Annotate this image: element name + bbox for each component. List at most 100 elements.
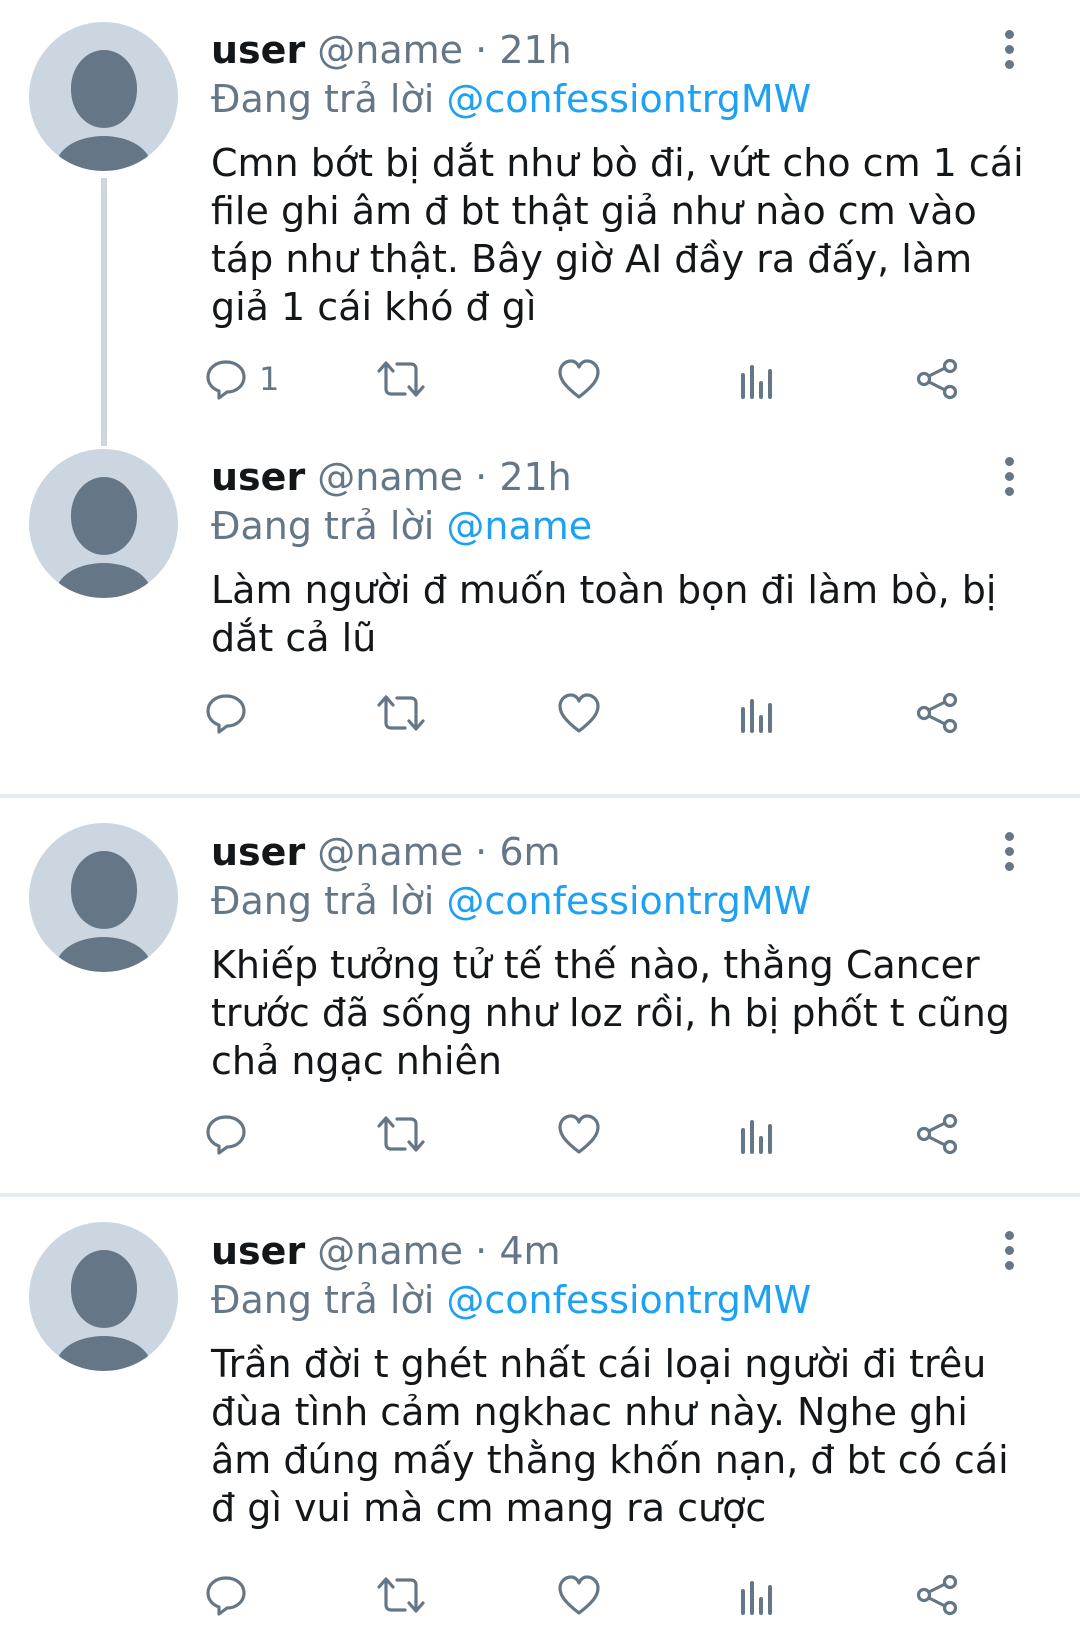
tweet-actions	[206, 688, 1031, 738]
tweet-header: user @name · 4m	[211, 1229, 561, 1273]
reply-button[interactable]	[203, 1109, 259, 1159]
share-button[interactable]	[915, 1570, 959, 1620]
reply-icon	[206, 1115, 246, 1155]
share-icon	[916, 692, 958, 734]
like-button[interactable]	[556, 1109, 602, 1159]
more-vertical-icon[interactable]	[1001, 457, 1019, 497]
tweet-text: Cmn bớt bị dắt như bò đi, vứt cho cm 1 c…	[211, 141, 1024, 329]
reply-button[interactable]	[203, 688, 259, 738]
replying-to-label: Đang trả lời	[211, 1278, 435, 1322]
timestamp[interactable]: 6m	[499, 830, 560, 874]
timestamp[interactable]: 21h	[499, 455, 571, 499]
timestamp[interactable]: 21h	[499, 28, 571, 72]
share-icon	[916, 358, 958, 400]
user-handle[interactable]: @name	[317, 1229, 463, 1273]
like-icon	[558, 1575, 600, 1615]
display-name[interactable]: user	[211, 28, 305, 72]
timestamp[interactable]: 4m	[499, 1229, 560, 1273]
share-button[interactable]	[915, 688, 959, 738]
avatar-body-shape	[56, 563, 151, 598]
retweet-button[interactable]	[375, 1570, 427, 1620]
separator-dot: ·	[475, 830, 500, 874]
replying-to: Đang trả lời @confessiontrgMW	[211, 879, 811, 923]
retweet-icon	[377, 1577, 425, 1613]
reply-mention-link[interactable]: @confessiontrgMW	[446, 77, 811, 121]
avatar-head-shape	[71, 50, 137, 128]
avatar[interactable]	[29, 823, 178, 972]
reply-icon	[206, 360, 246, 400]
tweet-2[interactable]: user @name · 21h Đang trả lời @name Làm …	[0, 445, 1080, 755]
display-name[interactable]: user	[211, 1229, 305, 1273]
avatar[interactable]	[29, 1222, 178, 1371]
reply-icon	[206, 694, 246, 734]
tweet-actions	[206, 1109, 1031, 1159]
avatar-body-shape	[56, 1336, 151, 1371]
tweet-text: Trần đời t ghét nhất cái loại người đi t…	[211, 1342, 1009, 1530]
analytics-icon	[741, 1581, 772, 1615]
tweet-actions	[206, 1570, 1031, 1620]
retweet-icon	[377, 1116, 425, 1152]
separator-dot: ·	[475, 28, 500, 72]
reply-button[interactable]	[203, 1570, 259, 1620]
avatar-body-shape	[56, 937, 151, 972]
analytics-button[interactable]	[738, 1570, 778, 1620]
user-handle[interactable]: @name	[317, 455, 463, 499]
user-handle[interactable]: @name	[317, 830, 463, 874]
retweet-button[interactable]	[375, 354, 427, 404]
reply-icon	[206, 1576, 246, 1616]
replying-to-label: Đang trả lời	[211, 879, 435, 923]
display-name[interactable]: user	[211, 455, 305, 499]
reply-count: 1	[259, 360, 280, 398]
like-icon	[558, 693, 600, 733]
share-button[interactable]	[915, 1109, 959, 1159]
retweet-button[interactable]	[375, 688, 427, 738]
analytics-button[interactable]	[738, 354, 778, 404]
like-icon	[558, 1114, 600, 1154]
tweet-header: user @name · 21h	[211, 28, 572, 72]
reply-mention-link[interactable]: @name	[446, 504, 592, 548]
replying-to: Đang trả lời @confessiontrgMW	[211, 1278, 811, 1322]
share-button[interactable]	[915, 354, 959, 404]
like-button[interactable]	[556, 354, 602, 404]
replying-to: Đang trả lời @confessiontrgMW	[211, 77, 811, 121]
avatar[interactable]	[29, 22, 178, 171]
more-vertical-icon[interactable]	[1001, 832, 1019, 872]
replying-to-label: Đang trả lời	[211, 504, 435, 548]
analytics-button[interactable]	[738, 688, 778, 738]
reply-button[interactable]: 1	[203, 354, 279, 404]
retweet-icon	[377, 695, 425, 731]
tweet-text: Khiếp tưởng tử tế thế nào, thằng Cancer …	[211, 943, 1010, 1083]
more-vertical-icon[interactable]	[1001, 1231, 1019, 1271]
avatar-head-shape	[71, 1250, 137, 1328]
avatar-head-shape	[71, 851, 137, 929]
user-handle[interactable]: @name	[317, 28, 463, 72]
analytics-button[interactable]	[738, 1109, 778, 1159]
separator-dot: ·	[475, 455, 500, 499]
analytics-icon	[741, 1120, 772, 1154]
like-button[interactable]	[556, 1570, 602, 1620]
more-vertical-icon[interactable]	[1001, 30, 1019, 70]
tweet-3[interactable]: user @name · 6m Đang trả lời @confession…	[0, 798, 1080, 1191]
retweet-icon	[377, 361, 425, 397]
tweet-header: user @name · 6m	[211, 830, 561, 874]
like-icon	[558, 359, 600, 399]
tweet-actions: 1	[206, 354, 1031, 404]
display-name[interactable]: user	[211, 830, 305, 874]
reply-mention-link[interactable]: @confessiontrgMW	[446, 879, 811, 923]
avatar[interactable]	[29, 449, 178, 598]
tweet-1[interactable]: user @name · 21h Đang trả lời @confessio…	[0, 0, 1080, 445]
share-icon	[916, 1574, 958, 1616]
share-icon	[916, 1113, 958, 1155]
avatar-body-shape	[56, 136, 151, 171]
replying-to-label: Đang trả lời	[211, 77, 435, 121]
tweet-4[interactable]: user @name · 4m Đang trả lời @confession…	[0, 1197, 1080, 1645]
analytics-icon	[741, 365, 772, 399]
retweet-button[interactable]	[375, 1109, 427, 1159]
like-button[interactable]	[556, 688, 602, 738]
separator-dot: ·	[475, 1229, 500, 1273]
reply-mention-link[interactable]: @confessiontrgMW	[446, 1278, 811, 1322]
avatar-head-shape	[71, 477, 137, 555]
analytics-icon	[741, 699, 772, 733]
replying-to: Đang trả lời @name	[211, 504, 592, 548]
tweet-header: user @name · 21h	[211, 455, 572, 499]
